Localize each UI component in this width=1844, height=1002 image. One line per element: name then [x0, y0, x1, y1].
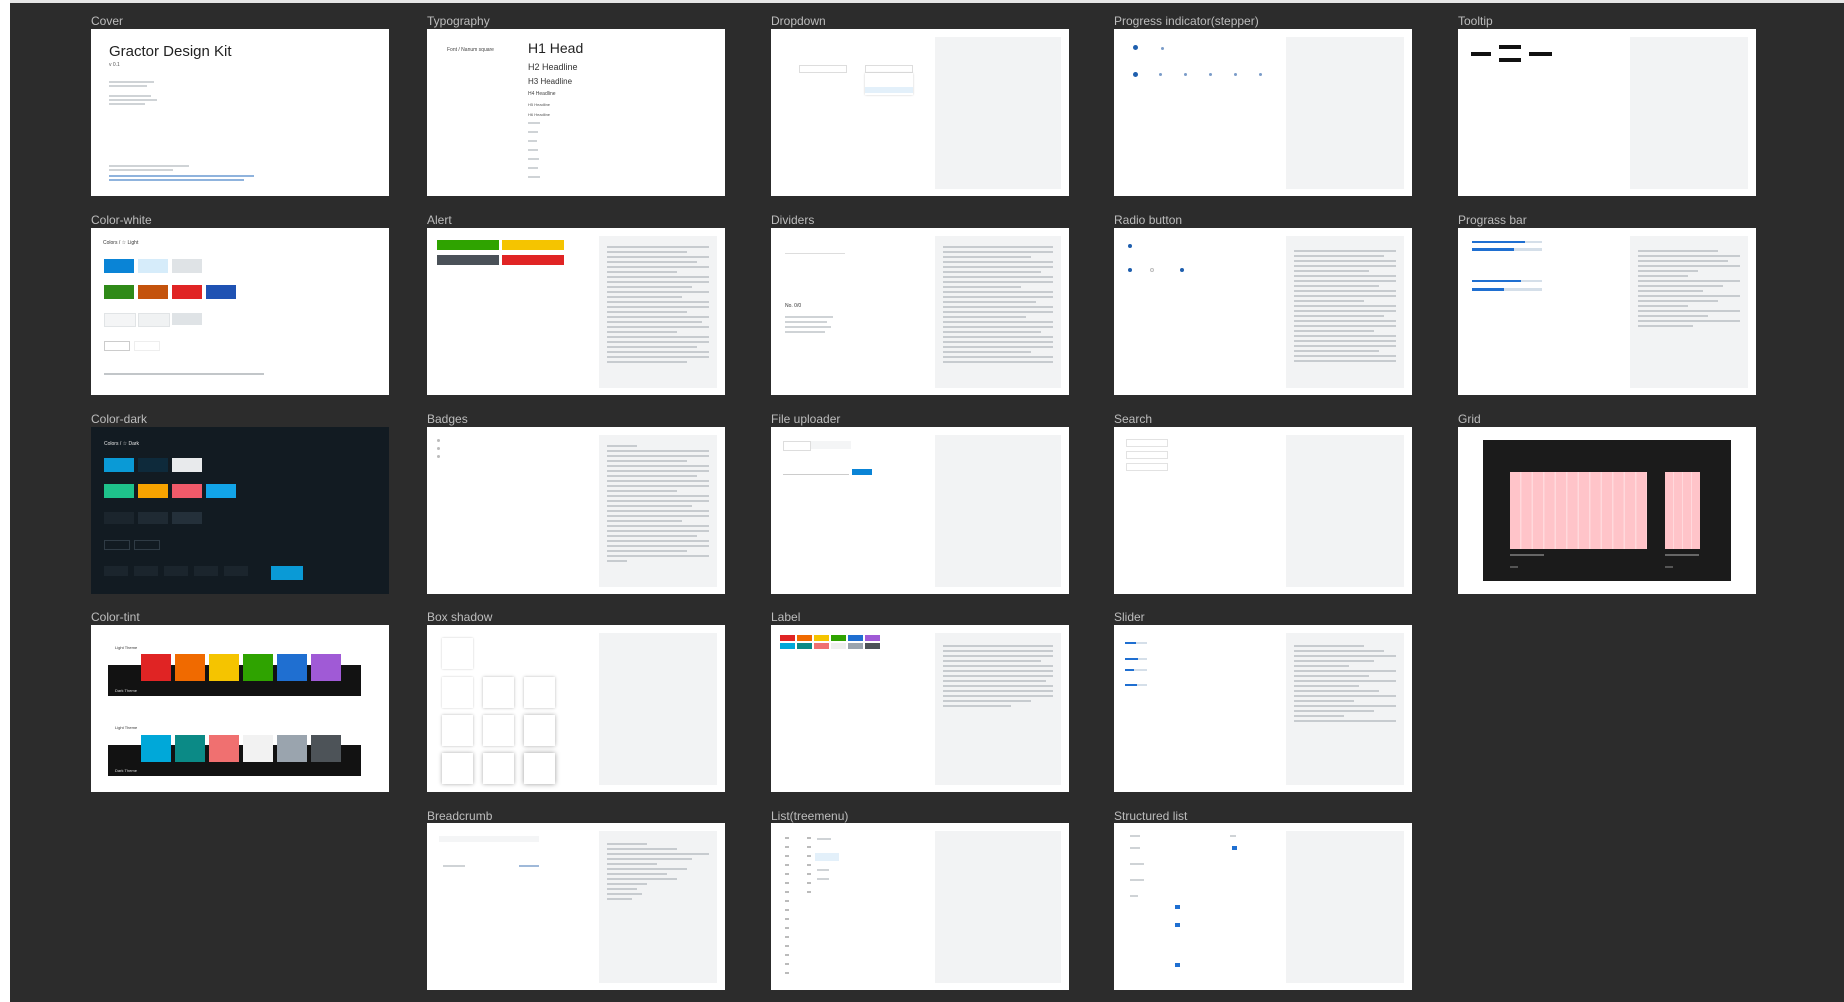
frame-label-color-tint[interactable]: Color-tint: [91, 610, 140, 624]
frame-label-tooltip[interactable]: Tooltip: [1458, 14, 1493, 28]
frame-label-cover[interactable]: Cover: [91, 14, 123, 28]
typography-h6: H6 Headline: [528, 112, 551, 117]
frame-label-label[interactable]: Label: [771, 610, 800, 624]
frame-tooltip[interactable]: [1458, 29, 1756, 196]
canvas-top-edge: [10, 0, 1844, 3]
frame-label-badges[interactable]: Badges: [427, 412, 468, 426]
color-tint-dark-theme-2: Dark Theme: [115, 768, 137, 773]
color-tint-light-theme-1: Light Theme: [115, 645, 138, 650]
cover-version: v 0.1: [109, 62, 120, 68]
frame-label-dropdown[interactable]: Dropdown: [771, 14, 826, 28]
frame-label-progress-bar[interactable]: Prograss bar: [1458, 213, 1527, 227]
frame-radio[interactable]: [1114, 228, 1412, 395]
frame-cover[interactable]: Gractor Design Kit v 0.1: [91, 29, 389, 196]
dividers-heading: No. 0/0: [785, 303, 802, 309]
frame-label-alert[interactable]: Alert: [427, 213, 452, 227]
frame-alert[interactable]: [427, 228, 725, 395]
frame-label-breadcrumb[interactable]: Breadcrumb: [427, 809, 492, 823]
frame-label-stepper[interactable]: Progress indicator(stepper): [1114, 14, 1259, 28]
typography-h5: H5 Headline: [528, 102, 551, 107]
frame-label-structured-list[interactable]: Structured list: [1114, 809, 1187, 823]
frame-color-dark[interactable]: Colors / ☆ Dark: [91, 427, 389, 594]
frame-label-treemenu[interactable]: List(treemenu): [771, 809, 848, 823]
frame-label-slider[interactable]: Slider: [1114, 610, 1145, 624]
frame-label-radio[interactable]: Radio button: [1114, 213, 1182, 227]
color-dark-title: Colors / ☆ Dark: [104, 441, 140, 447]
frame-box-shadow[interactable]: [427, 625, 725, 792]
typography-h2: H2 Headline: [528, 62, 578, 72]
color-tint-light-theme-2: Light Theme: [115, 725, 138, 730]
color-tint-dark-theme-1: Dark Theme: [115, 688, 137, 693]
typography-h3: H3 Headline: [528, 77, 573, 86]
frame-file-uploader[interactable]: [771, 427, 1069, 594]
frame-label-search[interactable]: Search: [1114, 412, 1152, 426]
canvas-left-edge: [0, 0, 10, 1002]
frame-dividers[interactable]: No. 0/0: [771, 228, 1069, 395]
frame-stepper[interactable]: [1114, 29, 1412, 196]
frame-grid[interactable]: [1458, 427, 1756, 594]
frame-slider[interactable]: [1114, 625, 1412, 792]
frame-typography[interactable]: Font / Nanum square H1 Head H2 Headline …: [427, 29, 725, 196]
frame-label-color-dark[interactable]: Color-dark: [91, 412, 147, 426]
frame-label-file-uploader[interactable]: File uploader: [771, 412, 840, 426]
frame-breadcrumb[interactable]: [427, 823, 725, 990]
frame-color-tint[interactable]: Light Theme Dark Theme Light Theme Dark …: [91, 625, 389, 792]
frame-label-dividers[interactable]: Dividers: [771, 213, 814, 227]
typography-font-label: Font / Nanum square: [447, 47, 494, 53]
typography-h1: H1 Head: [528, 40, 584, 56]
frame-label-typography[interactable]: Typography: [427, 14, 490, 28]
frame-color-white[interactable]: Colors / ☆ Light: [91, 228, 389, 395]
grid-preview: [1483, 440, 1731, 581]
frame-label-color-white[interactable]: Color-white: [91, 213, 152, 227]
frame-badges[interactable]: [427, 427, 725, 594]
typography-h4: H4 Headline: [528, 91, 556, 97]
color-white-title: Colors / ☆ Light: [103, 240, 139, 246]
frame-label-grid[interactable]: Grid: [1458, 412, 1481, 426]
cover-title: Gractor Design Kit: [109, 43, 232, 60]
frame-treemenu[interactable]: [771, 823, 1069, 990]
frame-progress-bar[interactable]: [1458, 228, 1756, 395]
frame-dropdown[interactable]: [771, 29, 1069, 196]
frame-label[interactable]: [771, 625, 1069, 792]
frame-structured-list[interactable]: [1114, 823, 1412, 990]
frame-label-box-shadow[interactable]: Box shadow: [427, 610, 492, 624]
frame-search[interactable]: [1114, 427, 1412, 594]
